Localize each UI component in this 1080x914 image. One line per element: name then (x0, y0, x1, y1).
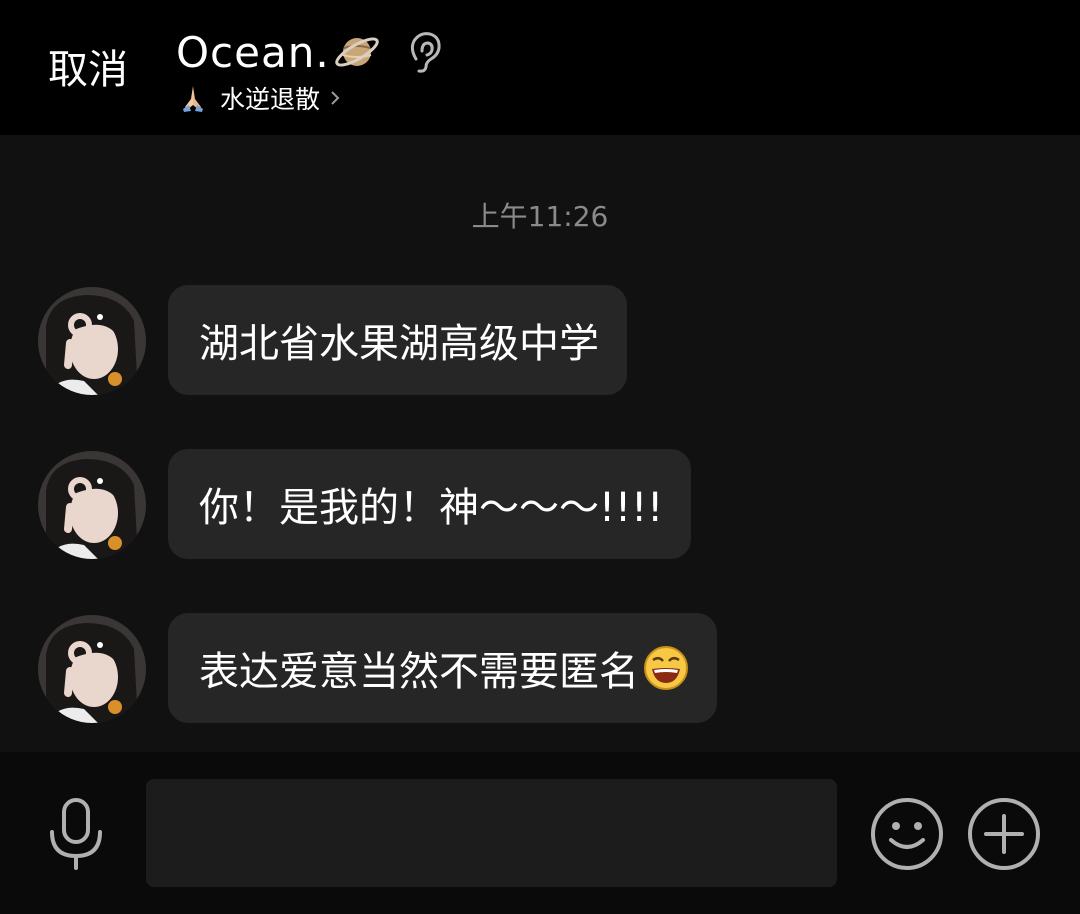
avatar[interactable] (38, 615, 146, 723)
input-bar (0, 752, 1080, 914)
plus-icon[interactable] (966, 796, 1042, 872)
planet-icon (334, 37, 379, 67)
avatar[interactable] (38, 287, 146, 395)
pray-icon (183, 86, 203, 112)
chat-header: 取消 Ocean. 水逆退散 (0, 0, 1080, 135)
message-row: 湖北省水果湖高级中学 (38, 285, 627, 395)
message-row: 你！是我的！神～～～!!!! (38, 449, 692, 559)
message-text: 湖北省水果湖高级中学 (199, 321, 599, 367)
message-list[interactable]: 上午11:26 湖北省水果湖高级中学 你！是我的！神～～～!!!! 表达爱意当然… (0, 135, 1080, 752)
smiley-icon[interactable] (869, 796, 945, 872)
contact-name: Ocean. (176, 27, 330, 77)
title-row[interactable]: Ocean. (176, 24, 444, 80)
message-text: 表达爱意当然不需要匿名 (199, 649, 639, 695)
laughing-emoji-icon (644, 646, 688, 690)
status-text: 水逆退散 (220, 85, 321, 114)
status-row[interactable]: 水逆退散 (178, 80, 342, 116)
microphone-icon[interactable] (44, 796, 108, 872)
cancel-button[interactable]: 取消 (48, 42, 128, 98)
avatar[interactable] (38, 451, 146, 559)
message-row: 表达爱意当然不需要匿名 (38, 613, 717, 723)
message-text: 你！是我的！神～～～!!!! (199, 485, 664, 531)
message-bubble[interactable]: 表达爱意当然不需要匿名 (168, 613, 717, 723)
message-bubble[interactable]: 湖北省水果湖高级中学 (168, 285, 627, 395)
chevron-right-icon (331, 91, 340, 105)
message-input[interactable] (146, 779, 837, 887)
message-bubble[interactable]: 你！是我的！神～～～!!!! (168, 449, 692, 559)
message-timestamp: 上午11:26 (471, 200, 609, 233)
ear-icon[interactable] (404, 29, 444, 75)
